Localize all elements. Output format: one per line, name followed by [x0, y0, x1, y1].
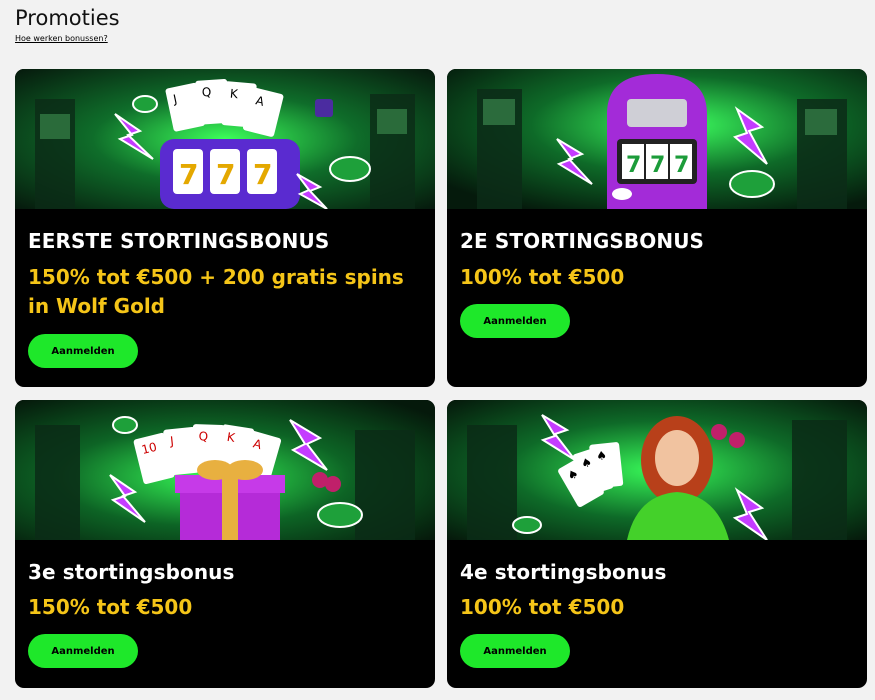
bonus-help-link[interactable]: Hoe werken bonussen? [15, 34, 108, 43]
promo-title: EERSTE STORTINGSBONUS [28, 229, 330, 253]
svg-text:7: 7 [216, 158, 235, 191]
promo-title: 2E STORTINGSBONUS [460, 229, 705, 253]
promo-banner-jukebox: 7 7 7 [447, 69, 867, 209]
svg-text:♠: ♠ [595, 448, 607, 463]
promo-offer: 150% tot €500 [28, 595, 193, 619]
promo-title: 3e stortingsbonus [28, 560, 235, 584]
promo-offer: 100% tot €500 [460, 265, 625, 289]
signup-button[interactable]: Aanmelden [460, 304, 570, 338]
promo-card-fourth-deposit: ♠ ♠ ♠ 4e stortingsbonus 100% tot €500 Aa… [447, 400, 867, 688]
signup-button[interactable]: Aanmelden [460, 634, 570, 668]
signup-button[interactable]: Aanmelden [28, 334, 138, 368]
svg-text:7: 7 [179, 158, 198, 191]
svg-text:Q: Q [201, 85, 211, 100]
promo-banner-woman-cards: ♠ ♠ ♠ [447, 400, 867, 540]
svg-text:7: 7 [650, 153, 665, 178]
svg-text:7: 7 [674, 153, 689, 178]
promo-banner-slot-machine: J Q K A 7 7 7 [15, 69, 435, 209]
signup-button[interactable]: Aanmelden [28, 634, 138, 668]
promo-card-second-deposit: 7 7 7 2E STORTINGSBONUS 100% tot €500 Aa… [447, 69, 867, 387]
svg-text:7: 7 [626, 153, 641, 178]
svg-text:Q: Q [198, 429, 208, 443]
promo-offer: 150% tot €500 + 200 gratis spins in Wolf… [28, 265, 404, 318]
promo-title: 4e stortingsbonus [460, 560, 667, 584]
promo-offer: 100% tot €500 [460, 595, 625, 619]
page-title: Promoties [15, 6, 120, 30]
svg-text:7: 7 [253, 158, 272, 191]
promo-card-first-deposit: J Q K A 7 7 7 EERSTE STORTINGSBONUS 150%… [15, 69, 435, 387]
promo-card-third-deposit: 10 J Q K A 3e stortingsbonus 150% tot €5… [15, 400, 435, 688]
promo-banner-gift-box: 10 J Q K A [15, 400, 435, 540]
